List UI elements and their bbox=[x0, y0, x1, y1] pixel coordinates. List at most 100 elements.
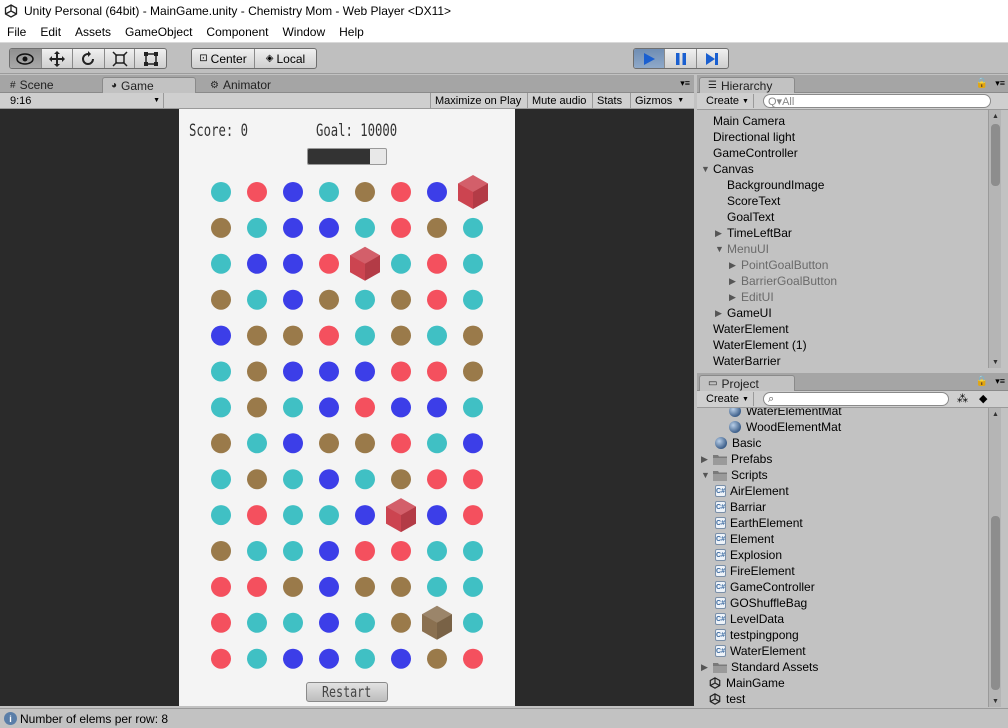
water-element[interactable] bbox=[211, 253, 231, 274]
aspect-dropdown[interactable]: 9:16 ▼ bbox=[6, 93, 164, 108]
air-element[interactable] bbox=[283, 253, 303, 274]
fire-element[interactable] bbox=[247, 182, 267, 202]
earth-element[interactable] bbox=[283, 576, 303, 597]
water-element[interactable] bbox=[391, 253, 411, 274]
hierarchy-item[interactable]: ▼ MenuUI bbox=[715, 241, 769, 257]
project-item[interactable]: WaterElementMat bbox=[729, 408, 842, 419]
project-item[interactable]: C# AirElement bbox=[715, 483, 789, 499]
earth-element[interactable] bbox=[427, 217, 447, 238]
pivot-center-button[interactable]: ⊡ Center bbox=[192, 49, 255, 68]
move-tool-button[interactable] bbox=[42, 49, 74, 68]
tab-game[interactable]: ◕ Game bbox=[102, 77, 196, 93]
lock-icon[interactable]: 🔒 bbox=[976, 376, 988, 387]
fire-element[interactable] bbox=[319, 325, 339, 346]
fire-barrier[interactable] bbox=[386, 498, 416, 533]
collapsed-arrow-icon[interactable]: ▶ bbox=[729, 292, 741, 303]
water-element[interactable] bbox=[463, 253, 483, 274]
project-search-input[interactable]: ⌕ bbox=[763, 392, 949, 406]
air-element[interactable] bbox=[463, 433, 483, 454]
fire-element[interactable] bbox=[391, 433, 411, 454]
earth-element[interactable] bbox=[391, 469, 411, 490]
collapsed-arrow-icon[interactable]: ▶ bbox=[701, 454, 713, 465]
hierarchy-scrollbar[interactable]: ▲ ▼ bbox=[988, 110, 1001, 368]
air-element[interactable] bbox=[211, 325, 231, 346]
earth-element[interactable] bbox=[283, 325, 303, 346]
water-element[interactable] bbox=[427, 433, 447, 454]
gizmos-dropdown[interactable]: Gizmos ▼ bbox=[630, 93, 688, 108]
hierarchy-item[interactable]: ▶ BarrierGoalButton bbox=[729, 273, 837, 289]
scroll-up-icon[interactable]: ▲ bbox=[989, 110, 1002, 122]
project-scroll-thumb[interactable] bbox=[991, 516, 1000, 690]
menu-edit[interactable]: Edit bbox=[33, 25, 68, 39]
fire-barrier[interactable] bbox=[458, 175, 488, 209]
earth-element[interactable] bbox=[211, 541, 231, 561]
fire-element[interactable] bbox=[211, 576, 231, 597]
air-element[interactable] bbox=[283, 361, 303, 382]
panel-menu-icon[interactable]: ▾≡ bbox=[995, 78, 1005, 89]
rect-tool-button[interactable] bbox=[135, 49, 166, 68]
play-button[interactable] bbox=[634, 49, 666, 68]
water-element[interactable] bbox=[211, 361, 231, 382]
water-element[interactable] bbox=[283, 612, 303, 633]
hierarchy-create-button[interactable]: Create ▼ bbox=[702, 94, 754, 108]
water-element[interactable] bbox=[247, 612, 267, 633]
water-element[interactable] bbox=[247, 217, 267, 238]
hierarchy-item[interactable]: ▶ EditUI bbox=[729, 289, 774, 305]
air-element[interactable] bbox=[283, 182, 303, 202]
water-element[interactable] bbox=[355, 289, 375, 310]
menu-assets[interactable]: Assets bbox=[68, 25, 118, 39]
menu-window[interactable]: Window bbox=[275, 25, 332, 39]
pivot-local-button[interactable]: ◈ Local bbox=[255, 49, 316, 68]
earth-element[interactable] bbox=[319, 289, 339, 310]
collapsed-arrow-icon[interactable]: ▶ bbox=[701, 662, 713, 673]
menu-gameobject[interactable]: GameObject bbox=[118, 25, 199, 39]
hierarchy-item[interactable]: ▶ GameUI bbox=[715, 305, 772, 321]
earth-element[interactable] bbox=[355, 433, 375, 454]
water-element[interactable] bbox=[247, 648, 267, 669]
earth-element[interactable] bbox=[463, 361, 483, 382]
fire-element[interactable] bbox=[247, 576, 267, 597]
mute-audio-toggle[interactable]: Mute audio bbox=[527, 93, 590, 108]
air-element[interactable] bbox=[427, 397, 447, 418]
air-element[interactable] bbox=[355, 361, 375, 382]
air-element[interactable] bbox=[391, 397, 411, 418]
water-element[interactable] bbox=[283, 397, 303, 418]
water-element[interactable] bbox=[211, 505, 231, 526]
air-element[interactable] bbox=[319, 469, 339, 490]
menu-component[interactable]: Component bbox=[199, 25, 275, 39]
fire-element[interactable] bbox=[391, 217, 411, 238]
pause-button[interactable] bbox=[665, 49, 697, 68]
hierarchy-item[interactable]: ▶ PointGoalButton bbox=[729, 257, 828, 273]
fire-element[interactable] bbox=[391, 541, 411, 561]
earth-element[interactable] bbox=[391, 289, 411, 310]
fire-element[interactable] bbox=[211, 648, 231, 669]
hierarchy-item[interactable]: WaterElement (1) bbox=[701, 337, 807, 353]
hierarchy-item[interactable]: GameController bbox=[701, 145, 798, 161]
restart-button[interactable]: Restart bbox=[306, 682, 388, 702]
air-element[interactable] bbox=[283, 433, 303, 454]
expanded-arrow-icon[interactable]: ▼ bbox=[715, 244, 727, 254]
earth-element[interactable] bbox=[391, 325, 411, 346]
project-item[interactable]: ▶ Prefabs bbox=[701, 451, 772, 467]
scroll-up-icon[interactable]: ▲ bbox=[989, 408, 1002, 420]
project-item[interactable]: ▼ Scripts bbox=[701, 467, 768, 483]
hierarchy-item[interactable]: WaterElement bbox=[701, 321, 789, 337]
water-element[interactable] bbox=[247, 289, 267, 310]
water-element[interactable] bbox=[283, 541, 303, 561]
fire-element[interactable] bbox=[355, 541, 375, 561]
project-item[interactable]: C# LevelData bbox=[715, 611, 784, 627]
water-element[interactable] bbox=[355, 469, 375, 490]
tab-hierarchy[interactable]: ☰ Hierarchy bbox=[699, 77, 795, 93]
water-element[interactable] bbox=[355, 648, 375, 669]
panel-menu-icon[interactable]: ▾≡ bbox=[680, 78, 690, 89]
hierarchy-item[interactable]: WaterBarrier bbox=[701, 353, 781, 369]
air-element[interactable] bbox=[391, 648, 411, 669]
water-element[interactable] bbox=[211, 469, 231, 490]
water-element[interactable] bbox=[319, 182, 339, 202]
water-element[interactable] bbox=[283, 469, 303, 490]
water-element[interactable] bbox=[463, 612, 483, 633]
earth-element[interactable] bbox=[211, 289, 231, 310]
collapsed-arrow-icon[interactable]: ▶ bbox=[715, 308, 727, 319]
expanded-arrow-icon[interactable]: ▼ bbox=[701, 470, 713, 480]
water-element[interactable] bbox=[355, 612, 375, 633]
